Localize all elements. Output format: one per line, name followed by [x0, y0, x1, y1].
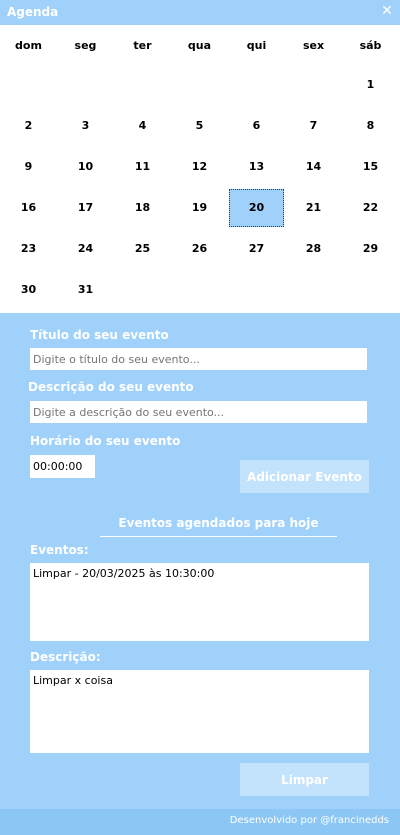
- description-label: Descrição:: [30, 650, 101, 664]
- event-title-input[interactable]: [30, 348, 367, 370]
- calendar-day[interactable]: 13: [229, 148, 284, 186]
- calendar-day[interactable]: 29: [343, 230, 398, 268]
- calendar-day[interactable]: 24: [58, 230, 113, 268]
- calendar-day[interactable]: 18: [115, 189, 170, 227]
- weekday-header: dom seg ter qua qui sex sáb: [0, 39, 400, 55]
- calendar-day[interactable]: 14: [286, 148, 341, 186]
- calendar-day[interactable]: 31: [58, 271, 113, 309]
- weekday-label: sáb: [359, 39, 382, 52]
- calendar-day[interactable]: 23: [1, 230, 56, 268]
- close-icon[interactable]: ✕: [379, 2, 395, 20]
- calendar-day[interactable]: 30: [1, 271, 56, 309]
- calendar-day[interactable]: 21: [286, 189, 341, 227]
- calendar-day[interactable]: 10: [58, 148, 113, 186]
- event-time-label: Horário do seu evento: [30, 434, 181, 448]
- clear-button[interactable]: Limpar: [240, 763, 369, 796]
- weekday-label: qua: [187, 39, 212, 52]
- calendar-day[interactable]: 16: [1, 189, 56, 227]
- calendar-day[interactable]: 20: [229, 189, 284, 227]
- add-event-button[interactable]: Adicionar Evento: [240, 460, 369, 493]
- event-description-label: Descrição do seu evento: [28, 380, 194, 394]
- calendar-day[interactable]: 5: [172, 107, 227, 145]
- calendar-day[interactable]: 26: [172, 230, 227, 268]
- weekday-label: seg: [74, 39, 97, 52]
- calendar-day[interactable]: 28: [286, 230, 341, 268]
- title-bar: Agenda ✕: [0, 0, 400, 25]
- events-list[interactable]: Limpar - 20/03/2025 às 10:30:00: [30, 563, 369, 641]
- calendar-day[interactable]: 6: [229, 107, 284, 145]
- window-title: Agenda: [7, 5, 59, 19]
- calendar-day[interactable]: 2: [1, 107, 56, 145]
- calendar: dom seg ter qua qui sex sáb 1 2 3 4 5 6 7 8 9 10 1…: [0, 25, 400, 313]
- section-divider: [100, 536, 337, 537]
- weekday-label: sex: [302, 39, 325, 52]
- calendar-day[interactable]: 7: [286, 107, 341, 145]
- calendar-day[interactable]: 11: [115, 148, 170, 186]
- events-label: Eventos:: [30, 543, 89, 557]
- calendar-day[interactable]: 27: [229, 230, 284, 268]
- event-list-item[interactable]: Limpar - 20/03/2025 às 10:30:00: [33, 567, 366, 580]
- calendar-day[interactable]: 8: [343, 107, 398, 145]
- footer: Desenvolvido por @francinedds: [0, 809, 400, 835]
- calendar-day[interactable]: 12: [172, 148, 227, 186]
- event-time-input[interactable]: [30, 455, 95, 478]
- weekday-label: dom: [15, 39, 42, 52]
- today-section-title: Eventos agendados para hoje: [118, 516, 319, 530]
- calendar-day[interactable]: 4: [115, 107, 170, 145]
- footer-credit: Desenvolvido por @francinedds: [229, 815, 389, 826]
- calendar-day[interactable]: 9: [1, 148, 56, 186]
- calendar-day[interactable]: 17: [58, 189, 113, 227]
- weekday-label: qui: [246, 39, 267, 52]
- calendar-day[interactable]: 22: [343, 189, 398, 227]
- weekday-label: ter: [133, 39, 152, 52]
- calendar-day[interactable]: 1: [343, 66, 398, 104]
- calendar-day[interactable]: 3: [58, 107, 113, 145]
- calendar-day[interactable]: 15: [343, 148, 398, 186]
- event-title-label: Título do seu evento: [30, 328, 169, 342]
- description-box[interactable]: Limpar x coisa: [30, 670, 369, 753]
- calendar-day[interactable]: 19: [172, 189, 227, 227]
- event-description-input[interactable]: [30, 401, 367, 423]
- calendar-day[interactable]: 25: [115, 230, 170, 268]
